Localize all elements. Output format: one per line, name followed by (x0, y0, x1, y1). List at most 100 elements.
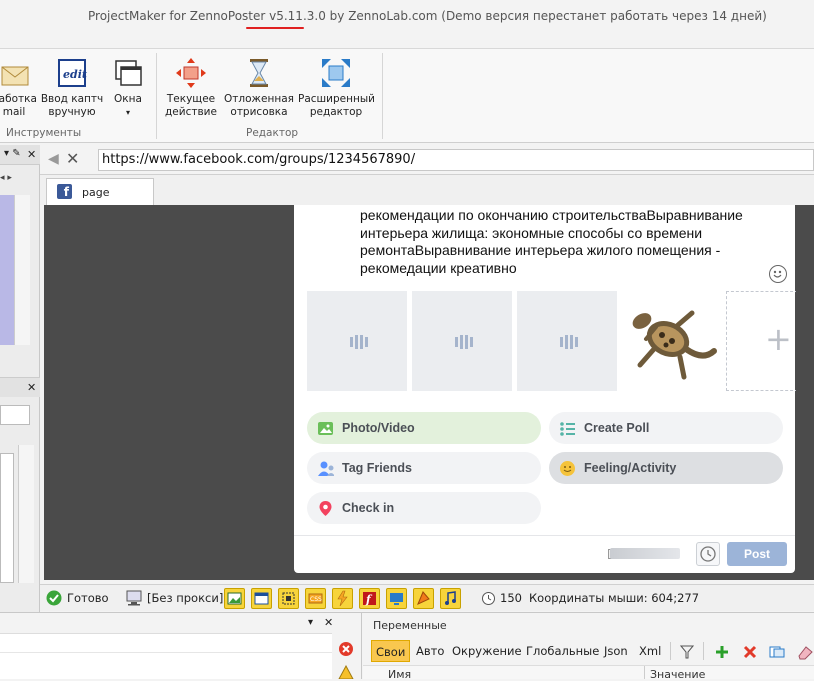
version-underline-annotation (246, 27, 304, 29)
toggle-plugins-icon[interactable] (278, 588, 299, 609)
column-header-value[interactable]: Значение (650, 668, 705, 681)
url-input[interactable]: https://www.facebook.com/groups/12345678… (98, 149, 814, 171)
emoji-icon[interactable] (769, 265, 787, 283)
windows-menu-button[interactable]: Окна ▾ (108, 57, 148, 119)
lizard-image-icon (632, 310, 717, 380)
add-photo-tile[interactable]: + (726, 291, 798, 391)
panel-header-2: ✕ (0, 377, 40, 397)
vars-tab-xml[interactable]: Xml (635, 640, 665, 662)
email-processing-button[interactable]: работка mail (0, 57, 37, 119)
photo-thumbnail-loading[interactable] (517, 291, 617, 391)
create-poll-button[interactable]: Create Poll (549, 412, 783, 444)
current-action-button[interactable]: Текущее действие (162, 57, 220, 119)
close-icon[interactable]: ✕ (27, 148, 36, 161)
photo-thumbnail-loading[interactable] (307, 291, 407, 391)
scrollbar[interactable] (14, 195, 30, 345)
scrollbar[interactable] (18, 445, 34, 583)
tab-page[interactable]: f page (46, 178, 154, 205)
log-panel: ▾ ✕ (0, 613, 362, 679)
close-icon[interactable]: ✕ (324, 616, 333, 629)
scroll-left-icon[interactable]: ◂ ▸ (0, 173, 12, 183)
ribbon-separator (156, 53, 157, 139)
column-header-name[interactable]: Имя (388, 668, 411, 681)
current-action-icon (175, 57, 207, 89)
close-icon[interactable]: ✕ (27, 381, 36, 394)
delete-variable-icon[interactable] (742, 644, 758, 660)
clock-icon (700, 546, 716, 562)
vars-tab-own[interactable]: Свои (371, 640, 411, 662)
photo-video-button[interactable]: Photo/Video (307, 412, 541, 444)
toggle-frames-icon[interactable] (251, 588, 272, 609)
captcha-icon: edit (56, 57, 88, 89)
copy-variable-icon[interactable] (768, 644, 786, 660)
check-in-button[interactable]: Check in (307, 492, 541, 524)
toggle-css-icon[interactable]: CSS (305, 588, 326, 609)
post-text[interactable]: рекомендации по окончанию строительстваВ… (360, 207, 780, 277)
feeling-icon (560, 461, 575, 476)
panel-header: ▾ ✎ ✕ (0, 145, 40, 165)
filter-input[interactable] (0, 405, 30, 425)
left-dock-panel: ▾ ✎ ✕ ◂ ▸ ✕ (0, 145, 40, 613)
project-thumbnails (0, 195, 14, 345)
tree-list (0, 453, 14, 583)
eraser-icon[interactable] (795, 644, 813, 660)
toolbar-separator (703, 642, 704, 660)
schedule-button[interactable] (696, 542, 720, 566)
post-button[interactable]: Post (727, 542, 787, 566)
audience-selector-blurred[interactable] (610, 548, 680, 559)
manual-captcha-button[interactable]: edit Ввод каптч вручную (40, 57, 104, 119)
proxy-monitor-icon (126, 590, 142, 606)
extended-editor-button[interactable]: Расширенный редактор (298, 57, 375, 119)
tag-friends-button[interactable]: Tag Friends (307, 452, 541, 484)
variables-table-header (363, 665, 814, 679)
toolbar-separator (670, 642, 671, 660)
vars-tab-auto[interactable]: Авто (412, 640, 448, 662)
close-icon[interactable]: ✕ (66, 149, 79, 168)
log-list (0, 633, 332, 679)
svg-text:edit: edit (63, 68, 87, 81)
photo-thumbnail-loading[interactable] (412, 291, 512, 391)
bottom-dock: ▾ ✕ Переменные Свои Авто Окружение Глоба… (0, 612, 814, 681)
location-pin-icon (319, 501, 332, 516)
pin-icon[interactable]: ▾ ✎ (4, 148, 21, 159)
facebook-post-composer: рекомендации по окончанию строительстваВ… (294, 205, 798, 573)
status-bar: Готово [Без прокси] CSS f 150 Координаты… (40, 584, 814, 611)
expand-icon (320, 57, 352, 89)
ribbon-toolbar: работка mail edit Ввод каптч вручную Окн… (0, 48, 814, 143)
vars-tab-global[interactable]: Глобальные (522, 640, 603, 662)
add-variable-icon[interactable] (714, 644, 730, 660)
feeling-activity-button[interactable]: Feeling/Activity (549, 452, 783, 484)
back-arrow-icon[interactable]: ◀ (48, 151, 59, 167)
status-ready: Готово (67, 591, 109, 605)
window-title: ProjectMaker for ZennoPoster v5.11.3.0 b… (88, 9, 767, 23)
vars-tab-environment[interactable]: Окружение (448, 640, 526, 662)
pin-icon[interactable]: ▾ (308, 617, 313, 628)
filter-icon[interactable] (680, 644, 694, 660)
svg-text:CSS: CSS (310, 596, 322, 603)
tag-friends-icon (318, 461, 334, 476)
photo-icon (318, 422, 333, 435)
email-icon (0, 57, 30, 89)
toggle-images-icon[interactable] (224, 588, 245, 609)
toggle-activex-icon[interactable] (386, 588, 407, 609)
browser-scroll-area (796, 205, 814, 580)
lizard-photo-thumbnail[interactable] (618, 291, 723, 391)
loading-icon (350, 335, 368, 349)
vars-tab-json[interactable]: Json (600, 640, 632, 662)
clear-errors-icon[interactable] (338, 641, 354, 657)
post-footer: Post (294, 535, 795, 573)
group-label-editor: Редактор (246, 127, 299, 139)
toggle-flash-icon[interactable]: f (359, 588, 380, 609)
status-timeout: 150 (500, 591, 522, 605)
toggle-javascript-icon[interactable] (332, 588, 353, 609)
address-bar: ◀ ✕ https://www.facebook.com/groups/1234… (40, 145, 814, 175)
loading-icon (455, 335, 473, 349)
deferred-render-button[interactable]: Отложенная отрисовка (224, 57, 294, 119)
ready-check-icon (46, 590, 62, 606)
warning-icon[interactable] (338, 665, 354, 679)
status-proxy[interactable]: [Без прокси] (147, 591, 223, 605)
toggle-popups-icon[interactable] (413, 588, 434, 609)
tab-label: page (82, 186, 110, 199)
ribbon-separator (382, 53, 383, 139)
toggle-sound-icon[interactable] (440, 588, 461, 609)
